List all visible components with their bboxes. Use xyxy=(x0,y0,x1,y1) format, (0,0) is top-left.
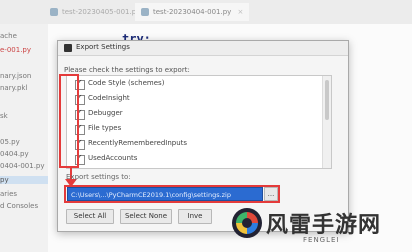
watermark-subtext: FENGLEI xyxy=(303,236,340,244)
export-settings-dialog: Export Settings Please check the setting… xyxy=(57,40,349,232)
project-tree: ache e-001.py nary.json nary.pkl sk 05.p… xyxy=(0,24,49,252)
python-file-icon xyxy=(50,8,58,16)
tab-test-20230404[interactable]: test-20230404-001.py × xyxy=(135,3,250,21)
python-file-icon xyxy=(141,8,149,16)
dialog-title: Export Settings xyxy=(76,43,130,51)
dialog-message: Please check the settings to export: xyxy=(64,66,190,74)
list-item-label: Code Style (schemes) xyxy=(88,79,165,87)
watermark-text: 风雷手游网 xyxy=(266,213,382,238)
dialog-title-bar[interactable]: Export Settings xyxy=(58,41,348,56)
export-path-label: Export settings to: xyxy=(66,173,131,181)
tree-item[interactable]: e-001.py xyxy=(0,46,31,54)
highlight-box-checkboxes xyxy=(59,74,79,168)
watermark-logo-icon xyxy=(232,208,262,238)
list-item[interactable]: File types xyxy=(67,122,331,136)
tab-label: test-20230405-001.py xyxy=(62,8,141,16)
list-item[interactable]: Code Style (schemes) xyxy=(67,77,331,91)
tree-item[interactable]: 0404.py xyxy=(0,150,29,158)
list-item[interactable]: UsedAccounts xyxy=(67,152,331,166)
list-item[interactable]: RecentlyRememberedInputs xyxy=(67,137,331,151)
select-none-button[interactable]: Select None xyxy=(120,209,172,224)
scrollbar-thumb[interactable] xyxy=(325,80,329,120)
tree-item[interactable]: sk xyxy=(0,112,8,120)
list-item[interactable]: Debugger xyxy=(67,107,331,121)
invert-button[interactable]: Inve xyxy=(178,209,212,224)
tree-item[interactable]: nary.pkl xyxy=(0,84,27,92)
close-icon[interactable]: × xyxy=(238,8,244,16)
list-item[interactable]: CodeInsight xyxy=(67,92,331,106)
tab-label: test-20230404-001.py xyxy=(153,8,232,16)
tree-item[interactable]: ache xyxy=(0,32,17,40)
editor-tab-bar: test-20230405-001.py × test-20230404-001… xyxy=(0,0,412,25)
list-item-label: RecentlyRememberedInputs xyxy=(88,139,188,147)
select-all-button[interactable]: Select All xyxy=(66,209,114,224)
highlight-box-path xyxy=(64,185,280,203)
list-item-label: UsedAccounts xyxy=(88,154,138,162)
settings-checklist: Code Style (schemes) CodeInsight Debugge… xyxy=(66,75,332,169)
tree-item[interactable]: aries xyxy=(0,190,17,198)
list-scrollbar[interactable] xyxy=(322,76,331,168)
tree-item[interactable]: nary.json xyxy=(0,72,31,80)
tree-item[interactable]: d Consoles xyxy=(0,202,38,210)
tree-item[interactable]: 0404-001.py xyxy=(0,162,45,170)
tree-item[interactable]: py xyxy=(0,176,48,184)
list-item-label: File types xyxy=(88,124,122,132)
list-item-label: Debugger xyxy=(88,109,123,117)
tree-item[interactable]: 05.py xyxy=(0,138,20,146)
list-item-label: CodeInsight xyxy=(88,94,130,102)
app-icon xyxy=(64,44,72,52)
